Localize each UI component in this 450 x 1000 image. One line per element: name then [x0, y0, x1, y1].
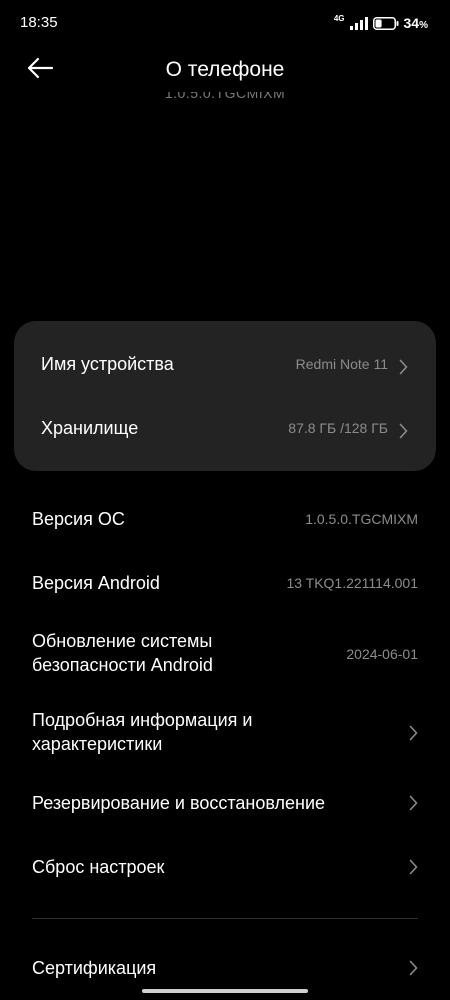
- certification-label: Сертификация: [32, 958, 157, 978]
- certification-row[interactable]: Сертификация: [0, 943, 450, 993]
- device-name-value: Redmi Note 11: [295, 356, 388, 372]
- reset-row[interactable]: Сброс настроек: [0, 842, 450, 892]
- battery-percentage-value: 34: [403, 15, 420, 31]
- scrolled-version-fragment: 1.0.5.0.TGCMIXM: [0, 92, 450, 108]
- security-update-label-line2: безопасности Android: [32, 655, 213, 675]
- os-version-value: 1.0.5.0.TGCMIXM: [305, 511, 418, 527]
- home-indicator[interactable]: [142, 989, 308, 993]
- android-version-value: 13 TKQ1.221114.001: [286, 575, 418, 591]
- chevron-right-icon: [409, 725, 418, 741]
- header: О телефоне: [0, 48, 450, 94]
- page-title: О телефоне: [165, 58, 285, 81]
- os-version-row[interactable]: Версия ОС 1.0.5.0.TGCMIXM: [0, 494, 450, 544]
- detailed-info-label-line2: характеристики: [32, 734, 163, 754]
- backup-label: Резервирование и восстановление: [32, 793, 326, 813]
- battery-icon: [372, 16, 399, 30]
- chevron-right-icon: [409, 960, 418, 976]
- battery-percentage: 34%: [404, 15, 428, 31]
- status-bar: 18:35 4G 34%: [0, 0, 450, 46]
- battery-percentage-unit: %: [419, 20, 428, 31]
- storage-row[interactable]: Хранилище 87.8 ГБ /128 ГБ: [14, 396, 436, 460]
- network-type-label: 4G: [333, 14, 345, 23]
- detailed-info-label-line1: Подробная информация и: [32, 710, 253, 730]
- device-name-row[interactable]: Имя устройства Redmi Note 11: [14, 332, 436, 396]
- android-version-row[interactable]: Версия Android 13 TKQ1.221114.001: [0, 558, 450, 608]
- security-update-label-line1: Обновление системы: [32, 631, 213, 651]
- os-version-label: Версия ОС: [32, 509, 125, 529]
- chevron-right-icon: [409, 859, 418, 875]
- device-name-label: Имя устройства: [41, 354, 174, 374]
- status-icons: 4G 34%: [333, 14, 428, 32]
- android-version-label: Версия Android: [32, 573, 160, 593]
- backup-row[interactable]: Резервирование и восстановление: [0, 778, 450, 828]
- status-time: 18:35: [20, 14, 58, 31]
- chevron-right-icon: [399, 359, 408, 375]
- storage-value: 87.8 ГБ /128 ГБ: [288, 420, 388, 436]
- security-update-row[interactable]: Обновление системы безопасности Android …: [0, 624, 450, 684]
- device-info-card: Имя устройства Redmi Note 11 Хранилище 8…: [14, 321, 436, 471]
- storage-label: Хранилище: [41, 418, 139, 438]
- section-divider: [32, 918, 418, 919]
- reset-label: Сброс настроек: [32, 857, 165, 877]
- signal-bars-icon: [349, 16, 368, 30]
- chevron-right-icon: [409, 795, 418, 811]
- security-update-value: 2024-06-01: [346, 646, 418, 662]
- scrolled-version-text: 1.0.5.0.TGCMIXM: [164, 92, 286, 101]
- chevron-right-icon: [399, 423, 408, 439]
- detailed-info-row[interactable]: Подробная информация и характеристики: [0, 703, 450, 763]
